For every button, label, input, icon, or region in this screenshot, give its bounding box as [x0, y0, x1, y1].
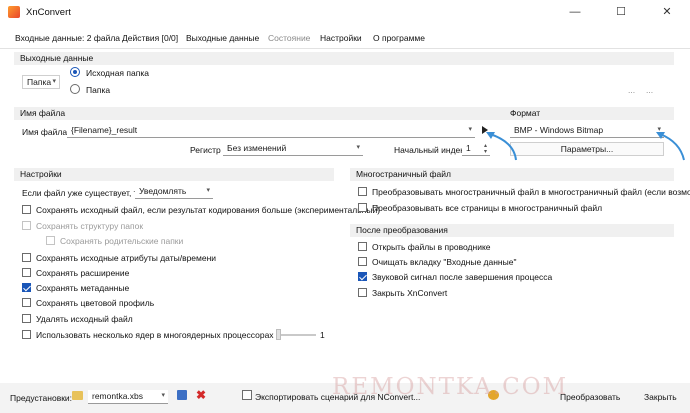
chevron-down-icon: ▾ [206, 187, 210, 194]
beep-label: Звуковой сигнал после завершения процесс… [372, 272, 553, 282]
close-window-button[interactable]: ✕ [644, 0, 690, 24]
chevron-down-icon: ▾ [161, 392, 165, 399]
watermark-logo: REMONTKA.COM [332, 374, 569, 400]
folder-icon[interactable] [72, 391, 83, 400]
xnconvert-app-icon [8, 6, 20, 18]
radio-custom-folder-label: Папка [86, 85, 111, 95]
preset-value: remontka.xbs [92, 391, 144, 401]
open-in-explorer-checkbox[interactable] [358, 242, 367, 251]
multipage-allpages-checkbox[interactable] [358, 203, 367, 212]
convert-button[interactable]: Преобразовать [560, 392, 620, 402]
radio-source-folder[interactable] [70, 67, 80, 77]
keep-color-profile-label: Сохранять цветовой профиль [36, 298, 155, 308]
window-title: XnConvert [26, 7, 71, 18]
case-label: Регистр [190, 145, 221, 155]
tab-input[interactable]: Входные данные: 2 файла [15, 33, 120, 43]
tab-output[interactable]: Выходные данные [186, 33, 259, 43]
case-select[interactable]: Без изменений ▾ [223, 142, 363, 156]
format-params-button[interactable]: Параметры... [510, 142, 664, 156]
chevron-down-icon: ▾ [468, 126, 472, 133]
filename-value: {Filename}_result [71, 125, 138, 135]
cores-value: 1 [320, 330, 325, 340]
keep-datetime-checkbox[interactable] [22, 253, 31, 262]
multicore-checkbox[interactable] [22, 330, 31, 339]
case-value: Без изменений [227, 143, 287, 153]
keep-parent-folders-checkbox [46, 236, 55, 245]
maximize-button[interactable]: ☐ [598, 0, 644, 24]
output-group-header: Выходные данные [14, 52, 674, 65]
minimize-button[interactable]: — [552, 0, 598, 24]
folder-more-button[interactable]: ... [646, 85, 653, 95]
tab-actions[interactable]: Действия [0/0] [122, 33, 178, 43]
start-index-label: Начальный индекс [394, 145, 469, 155]
keep-extension-label: Сохранять расширение [36, 268, 130, 278]
settings-group-header: Настройки [14, 168, 334, 181]
keep-folder-structure-checkbox [22, 221, 31, 230]
radio-custom-folder[interactable] [70, 84, 80, 94]
close-app-label: Закрыть XnConvert [372, 288, 448, 298]
if-exists-label: Если файл уже существует, то [22, 188, 143, 198]
chevron-down-icon: ▾ [52, 78, 56, 85]
close-app-checkbox[interactable] [358, 288, 367, 297]
filename-input[interactable]: {Filename}_result ▾ [67, 124, 475, 138]
format-select[interactable]: BMP - Windows Bitmap ▾ [510, 124, 664, 138]
keep-folder-structure-label: Сохранять структуру папок [36, 221, 144, 231]
multipage-group-header: Многостраничный файл [350, 168, 674, 181]
chevron-down-icon: ▾ [356, 144, 360, 151]
start-index-value: 1 [466, 143, 471, 153]
output-target-select[interactable]: Папка ▾ [22, 75, 60, 89]
keep-datetime-label: Сохранять исходные атрибуты даты/времени [36, 253, 217, 263]
preset-select[interactable]: remontka.xbs ▾ [88, 390, 168, 404]
filename-label: Имя файла [22, 127, 68, 137]
format-group-header: Формат [504, 107, 674, 120]
export-script-icon [242, 390, 252, 400]
save-preset-icon[interactable] [177, 390, 187, 400]
delete-preset-icon[interactable]: ✖ [196, 388, 206, 402]
keep-metadata-checkbox[interactable] [22, 283, 31, 292]
multipage-allpages-label: Преобразовывать все страницы в многостра… [372, 203, 603, 213]
clear-input-tab-checkbox[interactable] [358, 257, 367, 266]
annotation-arrow-icon [656, 132, 685, 161]
tab-divider [0, 48, 690, 49]
filename-group-header: Имя файла [14, 107, 504, 120]
keep-extension-checkbox[interactable] [22, 268, 31, 277]
tab-status: Состояние [268, 33, 311, 43]
radio-source-folder-label: Исходная папка [86, 68, 149, 78]
delete-original-label: Удалять исходный файл [36, 314, 133, 324]
multipage-convert-label: Преобразовывать многостраничный файл в м… [372, 187, 690, 197]
keep-color-profile-checkbox[interactable] [22, 298, 31, 307]
multipage-convert-checkbox[interactable] [358, 187, 367, 196]
after-group-header: После преобразования [350, 224, 674, 237]
if-exists-value: Уведомлять [139, 186, 187, 196]
output-target-value: Папка [27, 77, 52, 87]
open-in-explorer-label: Открыть файлы в проводнике [372, 242, 491, 252]
keep-metadata-label: Сохранять метаданные [36, 283, 130, 293]
presets-label: Предустановки: [10, 393, 73, 403]
keep-original-checkbox[interactable] [22, 205, 31, 214]
tab-about[interactable]: О программе [373, 33, 425, 43]
folder-browse-button[interactable]: ... [628, 85, 635, 95]
if-exists-select[interactable]: Уведомлять ▾ [135, 185, 213, 199]
keep-original-label: Сохранять исходный файл, если результат … [36, 205, 381, 215]
tab-settings[interactable]: Настройки [320, 33, 362, 43]
clear-input-tab-label: Очищать вкладку "Входные данные" [372, 257, 517, 267]
keep-parent-folders-label: Сохранять родительские папки [60, 236, 184, 246]
multicore-label: Использовать несколько ядер в многоядерн… [36, 330, 274, 340]
close-button[interactable]: Закрыть [644, 392, 677, 402]
annotation-arrow-icon [486, 132, 517, 161]
cores-slider[interactable] [276, 334, 316, 336]
delete-original-checkbox[interactable] [22, 314, 31, 323]
format-value: BMP - Windows Bitmap [514, 125, 604, 135]
beep-checkbox[interactable] [358, 272, 367, 281]
cores-slider-thumb[interactable] [276, 329, 281, 340]
